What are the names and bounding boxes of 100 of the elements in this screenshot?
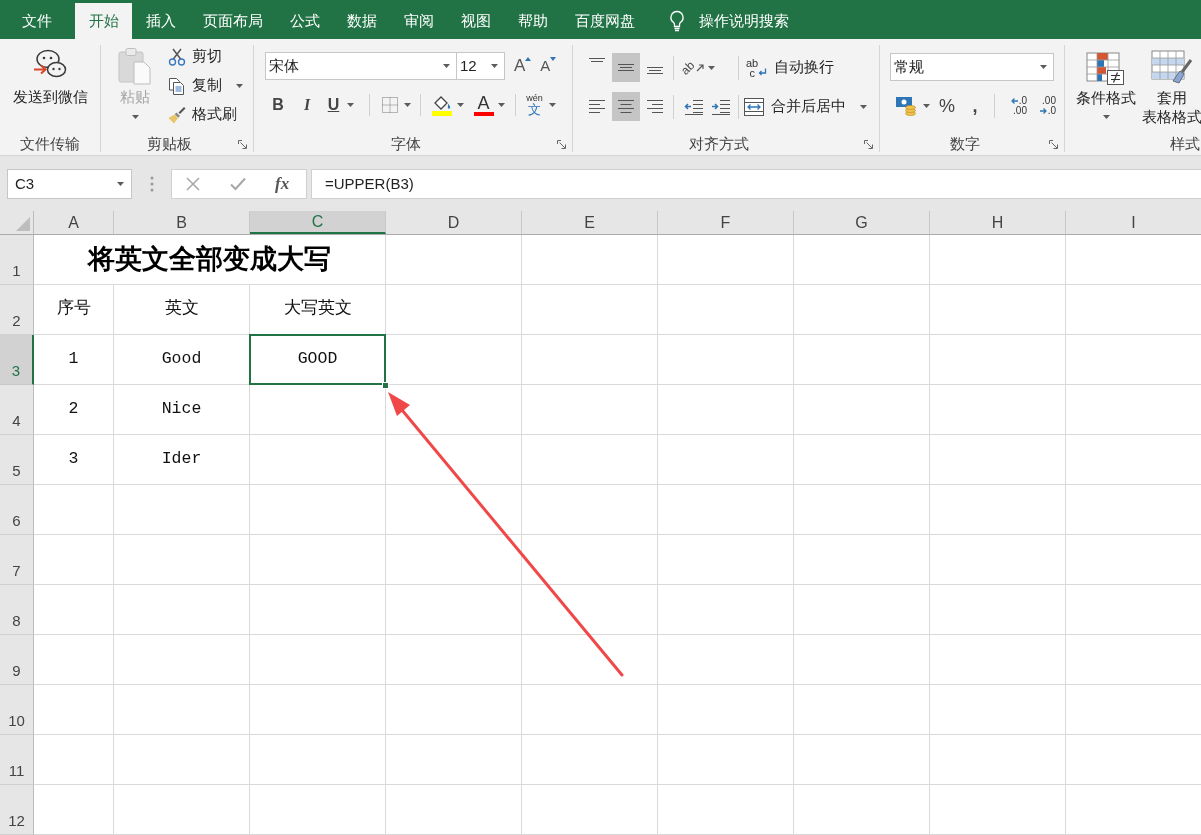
underline-button[interactable]: U (321, 93, 361, 117)
merge-cells-icon (744, 97, 764, 116)
ribbon-tab[interactable]: 页面布局 (189, 3, 276, 39)
format-painter-button[interactable]: 格式刷 (166, 100, 245, 129)
row-header[interactable]: 3 (0, 335, 34, 385)
paint-bucket-icon (430, 94, 453, 116)
number-format-dropdown[interactable]: 常规 (890, 53, 1054, 81)
ribbon-tab[interactable]: 文件 (8, 3, 65, 39)
group-label: 剪贴板 (147, 134, 192, 154)
column-header[interactable]: A (34, 211, 114, 234)
column-header[interactable]: C (250, 211, 386, 234)
caret-icon (860, 104, 867, 109)
table-cell-text: Good (160, 348, 203, 371)
row-header[interactable]: 6 (0, 485, 34, 535)
formula-field[interactable]: =UPPER(B3) (311, 169, 1201, 199)
shrink-font-button[interactable]: A (537, 54, 560, 78)
caret-icon (548, 103, 556, 107)
name-box[interactable]: C3 (7, 169, 132, 199)
align-middle-button[interactable] (612, 53, 640, 82)
banknote-coins-icon (894, 96, 917, 116)
group-label: 样式 (1170, 134, 1200, 154)
align-center-icon (618, 100, 634, 113)
group-label: 对齐方式 (688, 134, 749, 154)
swatch-icon (473, 112, 494, 116)
scissors-icon (168, 47, 186, 66)
increase-decimal-button[interactable]: .0 .00 (1001, 92, 1027, 120)
wrap-text-button[interactable]: ab c 自动换行 (746, 53, 835, 82)
decrease-decimal-button[interactable]: .00 .0 (1030, 92, 1056, 120)
group-label: 文件传输 (20, 134, 80, 154)
ribbon-tab[interactable]: 视图 (447, 3, 504, 39)
ribbon-tab[interactable]: 审阅 (390, 3, 447, 39)
check-icon[interactable] (230, 177, 246, 191)
column-header[interactable]: I (1066, 211, 1201, 234)
ribbon-tab[interactable]: 百度网盘 (561, 3, 648, 39)
row-header[interactable]: 9 (0, 635, 34, 685)
row-header[interactable]: 1 (0, 235, 34, 285)
caret-icon (131, 115, 139, 119)
row-header[interactable]: 12 (0, 785, 34, 835)
phonetic-guide-button[interactable]: wén 文 (522, 93, 560, 117)
row-header[interactable]: 5 (0, 435, 34, 485)
drag-handle-icon[interactable] (150, 176, 154, 192)
font-name-field[interactable]: 宋体 (265, 52, 457, 80)
arrow-icon (695, 63, 704, 72)
column-header[interactable]: E (522, 211, 658, 234)
dialog-launcher-icon[interactable] (238, 139, 247, 149)
column-header[interactable]: F (658, 211, 794, 234)
caret-icon (443, 64, 450, 68)
return-arrow-icon (758, 67, 768, 77)
caret-icon (456, 103, 464, 107)
copy-button[interactable]: 复制 (166, 71, 245, 100)
cut-button[interactable]: 剪切 (166, 42, 245, 71)
ribbon-tab[interactable]: 开始 (75, 3, 132, 39)
triangle-down-icon (550, 57, 557, 61)
percent-button[interactable]: % (935, 92, 959, 120)
caret-icon (1102, 115, 1110, 119)
ribbon-tab[interactable]: 数据 (333, 3, 390, 39)
table-cell-text: Nice (160, 398, 203, 421)
arrow-left-icon (1010, 98, 1018, 104)
column-header[interactable]: G (794, 211, 930, 234)
dialog-launcher-icon[interactable] (1049, 139, 1058, 149)
caret-icon (1040, 65, 1047, 69)
ribbon-tab[interactable]: 公式 (276, 3, 333, 39)
italic-button[interactable]: I (295, 93, 319, 117)
row-header[interactable]: 4 (0, 385, 34, 435)
format-as-table-button[interactable]: 套用 表格格式 (1142, 39, 1201, 133)
caret-icon (491, 64, 498, 68)
ribbon-tab[interactable]: 插入 (132, 3, 189, 39)
column-header[interactable]: H (930, 211, 1066, 234)
align-center-button[interactable] (612, 92, 640, 121)
column-header[interactable]: D (386, 211, 522, 234)
merge-center-button[interactable]: 合并后居中 (744, 92, 867, 121)
tell-me-search[interactable]: 操作说明搜索 (669, 3, 789, 39)
align-right-icon (647, 100, 663, 113)
row-header[interactable]: 7 (0, 535, 34, 585)
ribbon-tab[interactable]: 帮助 (504, 3, 561, 39)
row-header[interactable]: 10 (0, 685, 34, 735)
comma-button[interactable]: , (963, 92, 987, 120)
font-size-field[interactable]: 12 (456, 52, 505, 80)
align-top-icon (589, 58, 605, 62)
row-header[interactable]: 2 (0, 285, 34, 335)
row-header[interactable]: 8 (0, 585, 34, 635)
row-header[interactable]: 11 (0, 735, 34, 785)
dialog-launcher-icon[interactable] (864, 139, 873, 149)
grow-font-button[interactable]: A (511, 54, 535, 78)
insert-function-button[interactable]: fx (274, 172, 291, 196)
bold-button[interactable]: B (266, 93, 290, 117)
conditional-formatting-button[interactable]: 条件格式 (1070, 39, 1142, 133)
table-cell-text: 大写英文 (282, 298, 353, 321)
decrease-indent-icon (684, 98, 704, 115)
brush-icon (168, 105, 186, 124)
arrow-right-icon (1039, 108, 1047, 114)
caret-icon (922, 104, 930, 108)
conditional-formatting-icon (1086, 52, 1126, 86)
caret-icon (497, 103, 505, 107)
dialog-launcher-icon[interactable] (557, 139, 566, 149)
orientation-button[interactable]: ab (679, 53, 717, 82)
send-to-wechat-button[interactable]: 发送到微信 (8, 45, 92, 115)
font-color-button[interactable]: A (470, 93, 508, 117)
group-label: 数字 (949, 134, 980, 154)
fill-handle[interactable] (382, 382, 389, 389)
